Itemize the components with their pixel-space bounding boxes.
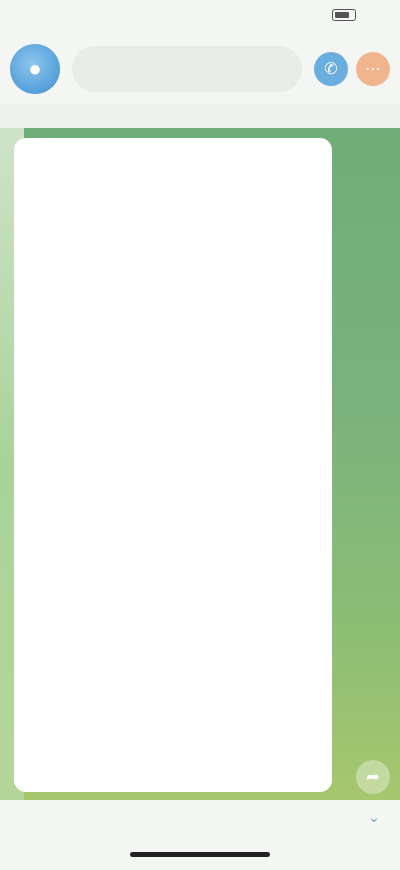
home-indicator [130, 852, 270, 857]
status-icons [326, 9, 356, 21]
status-bar [0, 0, 400, 30]
header-actions: ✆ ⋯ [314, 52, 390, 86]
message-bubble[interactable] [14, 138, 332, 792]
join-button[interactable] [150, 806, 250, 832]
battery-icon [332, 9, 356, 21]
pinned-message-bar[interactable] [0, 104, 400, 128]
channel-avatar-icon[interactable]: ● [10, 44, 60, 94]
more-icon[interactable]: ⋯ [356, 52, 390, 86]
call-icon[interactable]: ✆ [314, 52, 348, 86]
chat-header: ● ✆ ⋯ [0, 34, 400, 104]
channel-title-pill[interactable] [72, 46, 302, 92]
scroll-down-icon[interactable]: ⌄ [360, 806, 388, 828]
share-icon[interactable]: ➦ [356, 760, 390, 794]
